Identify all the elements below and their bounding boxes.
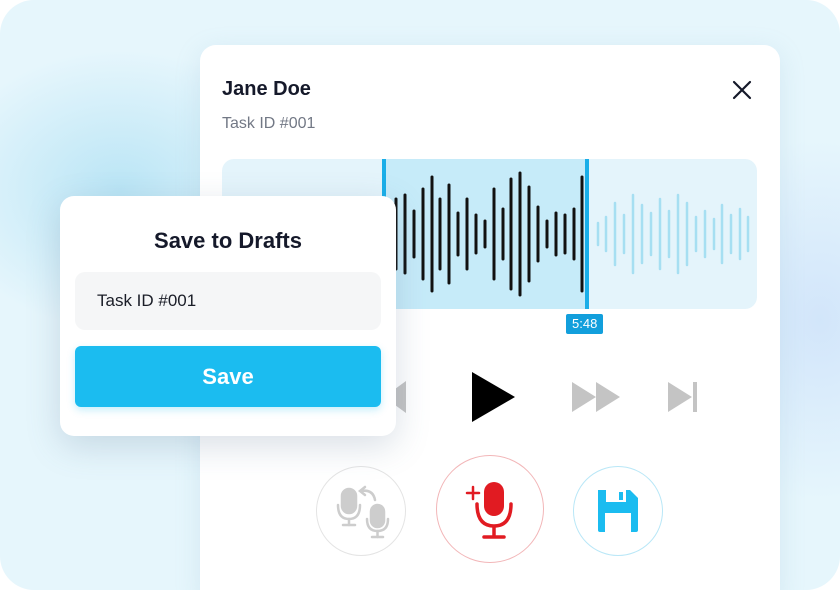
switch-microphone-button[interactable] <box>316 466 406 556</box>
play-icon[interactable] <box>468 370 518 424</box>
dialog-title: Save to Drafts <box>154 228 302 253</box>
skip-next-icon[interactable] <box>666 380 702 414</box>
user-name: Jane Doe <box>222 78 311 100</box>
add-microphone-icon <box>465 482 513 539</box>
selection-end-time: 5:48 <box>566 314 604 334</box>
record-button[interactable] <box>436 455 544 563</box>
save-recording-button[interactable] <box>573 466 663 556</box>
task-id-label: Task ID #001 <box>222 115 316 132</box>
selection-end-handle[interactable] <box>585 159 589 309</box>
draft-name-input[interactable] <box>75 272 381 330</box>
background-card: Jane Doe Task ID #001 5:48 Save to Draft… <box>0 0 840 590</box>
save-to-drafts-dialog: Save to Drafts Save <box>60 196 396 436</box>
floppy-disk-icon <box>598 490 638 532</box>
waveform-bars-right <box>596 193 750 275</box>
close-icon[interactable] <box>730 78 754 102</box>
save-button[interactable]: Save <box>75 346 381 407</box>
swap-microphone-icon <box>336 485 390 539</box>
fast-forward-icon[interactable] <box>570 380 624 414</box>
